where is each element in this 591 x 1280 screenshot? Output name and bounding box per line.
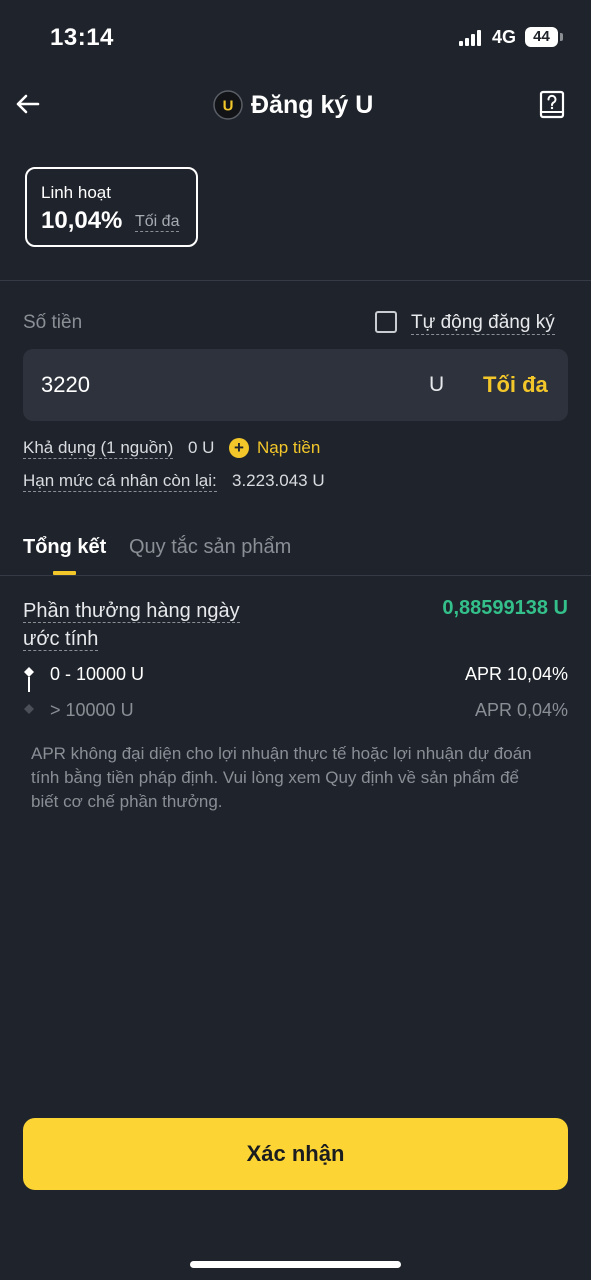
plus-circle-icon: + [229,438,249,458]
tier-2-range: > 10000 U [50,700,134,720]
deposit-label: Nạp tiền [257,438,321,457]
divider [0,280,591,281]
tier-1-apr: APR 10,04% [464,664,568,684]
estimated-daily-reward-label[interactable]: Phần thưởng hàng ngày ước tính [23,597,263,653]
max-amount-button[interactable]: Tối đa [483,349,548,421]
apr-disclaimer: APR không đại diện cho lợi nhuận thực tế… [31,744,532,811]
confirm-button[interactable]: Xác nhận [23,1118,568,1190]
tier-1-range: 0 - 10000 U [50,664,145,684]
network-type: 4G [492,27,517,47]
tab-product-rules[interactable]: Quy tắc sản phẩm [129,536,291,559]
tier-2-apr: APR 0,04% [474,700,568,720]
status-time: 13:14 [50,24,114,51]
coin-letter: U [223,98,234,115]
plan-max-label: Tối đa [135,213,180,232]
available-balance-value: 0 U [188,438,215,457]
tier-timeline-icon [24,667,34,714]
deposit-button[interactable]: + Nạp tiền [229,437,320,459]
personal-limit-label[interactable]: Hạn mức cá nhân còn lại: [23,471,217,492]
plan-name: Linh hoạt [41,183,111,202]
tab-summary[interactable]: Tổng kết [23,536,106,559]
rules-book-icon[interactable] [538,90,566,120]
estimated-daily-reward-value: 0,88599138 U [442,597,568,619]
signal-strength-icon [459,30,481,46]
available-balance-label[interactable]: Khả dụng (1 nguồn) [23,438,174,459]
auto-subscribe-label[interactable]: Tự động đăng ký [411,312,555,335]
amount-label: Số tiền [23,312,83,333]
header-title: U Đăng ký U [213,89,373,121]
battery-level: 44 [525,27,558,47]
amount-input[interactable] [41,349,401,421]
auto-subscribe-checkbox[interactable] [375,311,397,333]
reward-label-line1: Phần thưởng hàng ngày [23,600,240,623]
reward-label-line2: ước tính [23,628,99,651]
u-coin-icon: U [213,90,243,120]
page-title: Đăng ký U [251,90,374,119]
personal-limit-value: 3.223.043 U [232,471,325,490]
amount-field[interactable]: U Tối đa [23,349,568,421]
divider [0,575,591,576]
amount-unit: U [429,373,445,396]
battery-icon: 44 [525,27,563,49]
plan-card-flexible[interactable]: Linh hoạt 10,04% Tối đa [25,167,198,247]
home-indicator[interactable] [190,1261,401,1268]
plan-rate: 10,04% [41,207,123,234]
back-arrow-icon[interactable] [12,88,44,120]
